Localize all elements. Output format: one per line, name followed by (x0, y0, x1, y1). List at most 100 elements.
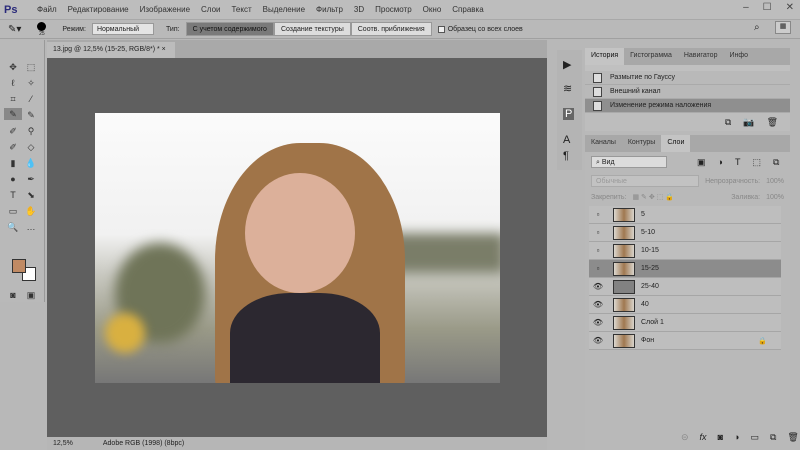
document-image[interactable] (95, 113, 500, 383)
character-panel-icon[interactable]: A (563, 134, 570, 146)
dodge-icon[interactable]: ● (6, 173, 20, 185)
path-select-icon[interactable]: ⬊ (24, 189, 38, 201)
tab-layers[interactable]: Слои (661, 135, 690, 152)
menu-help[interactable]: Справка (452, 5, 483, 14)
layer-row[interactable]: ▫5 (589, 206, 781, 224)
marquee-tool-icon[interactable]: ⬚ (24, 61, 38, 73)
tab-history[interactable]: История (585, 48, 624, 65)
menu-filter[interactable]: Фильтр (316, 5, 343, 14)
layer-row[interactable]: ▫15-25 (589, 260, 781, 278)
lasso-tool-icon[interactable]: ℓ (6, 77, 20, 89)
minimize-icon[interactable]: – (743, 2, 749, 13)
paragraph-panel-icon[interactable]: ¶ (563, 150, 569, 162)
blur-icon[interactable]: 💧 (24, 157, 38, 169)
eye-icon[interactable]: 👁 (589, 336, 607, 345)
foreground-color-swatch[interactable] (12, 259, 26, 273)
new-group-icon[interactable]: ▭ (750, 432, 759, 443)
history-brush-icon[interactable]: ✐ (6, 141, 20, 153)
fill-input[interactable]: 100% (766, 194, 784, 201)
zoom-tool-icon[interactable]: 🔍 (6, 221, 20, 233)
play-actions-icon[interactable]: ▶ (563, 58, 571, 71)
magic-wand-icon[interactable]: ✧ (24, 77, 38, 89)
spot-healing-brush-icon[interactable]: ✎ (4, 108, 22, 120)
visibility-toggle[interactable]: ▫ (589, 210, 607, 219)
adjustment-layer-icon[interactable]: ◑ (734, 432, 739, 443)
history-item-selected[interactable]: Изменение режима наложения (585, 99, 790, 113)
tab-info[interactable]: Инфо (723, 48, 754, 65)
snapshot-camera-icon[interactable]: 📷 (743, 117, 754, 127)
eye-icon[interactable]: 👁 (589, 300, 607, 309)
menu-image[interactable]: Изображение (140, 5, 190, 14)
spot-healing-tool-icon[interactable]: ✎▾ (8, 24, 21, 35)
type-proximity-match[interactable]: Соотв. приближения (351, 22, 432, 36)
maximize-icon[interactable]: ☐ (763, 2, 772, 13)
hand-tool-icon[interactable]: ✋ (24, 205, 38, 217)
delete-state-icon[interactable]: 🗑 (767, 117, 778, 127)
brush-preset-picker[interactable]: 25 (37, 22, 46, 37)
workspace-icon[interactable]: ▦ (775, 21, 791, 34)
layer-row[interactable]: ▫5-10 (589, 224, 781, 242)
tab-histogram[interactable]: Гистограмма (624, 48, 678, 65)
link-layers-icon[interactable]: ⊝ (681, 432, 689, 443)
new-document-from-state-icon[interactable]: ⧉ (725, 117, 731, 127)
pen-icon[interactable]: ✒ (24, 173, 38, 185)
menu-view[interactable]: Просмотр (375, 5, 412, 14)
crop-tool-icon[interactable]: ⌗ (6, 93, 20, 105)
layer-filter-select[interactable]: ⌕ Вид (591, 156, 667, 168)
menu-select[interactable]: Выделение (263, 5, 305, 14)
image-filter-icon[interactable]: ▣ (697, 157, 706, 168)
history-item[interactable]: Размытие по Гауссу (585, 71, 790, 85)
search-icon[interactable]: ⌕ (754, 22, 760, 33)
tab-navigator[interactable]: Навигатор (678, 48, 724, 65)
type-content-aware[interactable]: С учетом содержимого (186, 22, 274, 36)
menu-edit[interactable]: Редактирование (68, 5, 129, 14)
menu-layers[interactable]: Слои (201, 5, 220, 14)
layer-row[interactable]: 👁25-40 (589, 278, 781, 296)
clone-stamp-icon[interactable]: ⚲ (24, 125, 38, 137)
visibility-toggle[interactable]: ▫ (589, 246, 607, 255)
visibility-toggle[interactable]: ▫ (589, 264, 607, 273)
close-tab-icon[interactable]: × (162, 46, 166, 53)
menu-file[interactable]: Файл (37, 5, 57, 14)
brush-tool-icon[interactable]: ✐ (6, 125, 20, 137)
screen-mode-icon[interactable]: ▣ (24, 289, 38, 301)
zoom-level[interactable]: 12,5% (53, 440, 73, 447)
adjustment-filter-icon[interactable]: ◑ (718, 157, 723, 168)
eye-icon[interactable]: 👁 (589, 318, 607, 327)
history-item[interactable]: Внешний канал (585, 85, 790, 99)
quick-mask-icon[interactable]: ◙ (6, 289, 20, 301)
fx-icon[interactable]: fx (700, 432, 707, 443)
tab-paths[interactable]: Контуры (622, 135, 661, 152)
move-tool-icon[interactable]: ✥ (6, 61, 20, 73)
add-mask-icon[interactable]: ◙ (718, 432, 723, 443)
layer-row[interactable]: ▫10-15 (589, 242, 781, 260)
shape-filter-icon[interactable]: ⬚ (752, 157, 761, 168)
menu-3d[interactable]: 3D (354, 5, 364, 14)
delete-layer-icon[interactable]: 🗑 (787, 432, 798, 443)
eraser-icon[interactable]: ◇ (24, 141, 38, 153)
sample-all-layers-checkbox[interactable]: Образец со всех слоев (438, 26, 523, 33)
menu-window[interactable]: Окно (423, 5, 442, 14)
layer-row[interactable]: 👁40 (589, 296, 781, 314)
lock-icons[interactable]: ▦ ✎ ✥ ⬚ 🔒 (632, 193, 711, 201)
blend-mode-select[interactable]: Обычные (591, 175, 699, 187)
eye-icon[interactable]: 👁 (589, 282, 607, 291)
gradient-icon[interactable]: ▮ (6, 157, 20, 169)
patch-tool-icon[interactable]: ✎ (24, 109, 38, 121)
brush-panel-icon[interactable]: ≋ (563, 82, 572, 95)
layer-row[interactable]: 👁Слой 1 (589, 314, 781, 332)
mode-select[interactable]: Нормальный (92, 23, 154, 35)
document-tab[interactable]: 13.jpg @ 12,5% (15-25, RGB/8*) * × (47, 42, 175, 58)
layer-row[interactable]: 👁Фон🔒 (589, 332, 781, 350)
new-layer-icon[interactable]: ⧉ (770, 432, 776, 443)
opacity-input[interactable]: 100% (766, 178, 784, 185)
type-create-texture[interactable]: Создание текстуры (274, 22, 351, 36)
paragraph-styles-icon[interactable]: P (563, 108, 574, 120)
type-filter-icon[interactable]: T (735, 157, 741, 168)
eyedropper-icon[interactable]: ⁄ (24, 93, 38, 105)
more-tools-icon[interactable]: … (24, 221, 38, 233)
close-icon[interactable]: ✕ (786, 2, 794, 13)
smart-object-filter-icon[interactable]: ⧉ (773, 157, 779, 168)
visibility-toggle[interactable]: ▫ (589, 228, 607, 237)
shape-tool-icon[interactable]: ▭ (6, 205, 20, 217)
